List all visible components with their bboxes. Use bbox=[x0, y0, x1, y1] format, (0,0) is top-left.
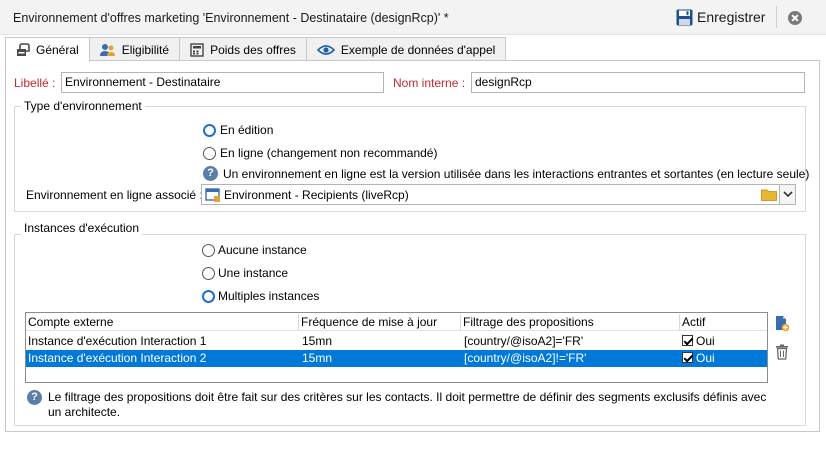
environment-icon bbox=[205, 188, 220, 202]
add-instance-icon[interactable] bbox=[774, 315, 790, 332]
row-active-label: Oui bbox=[696, 351, 715, 365]
radio-multiple-instances-label: Multiples instances bbox=[218, 289, 320, 303]
close-icon[interactable] bbox=[788, 11, 802, 25]
linked-env-select[interactable]: Environment - Recipients (liveRcp) bbox=[201, 184, 796, 205]
tab-bar: Général Eligibilité Poids des offres Exe… bbox=[5, 37, 507, 62]
row-frequency: 15mn bbox=[302, 334, 333, 348]
column-header-active[interactable]: Actif bbox=[682, 315, 705, 329]
toolbar-separator bbox=[776, 6, 777, 28]
radio-no-instance-label: Aucune instance bbox=[218, 243, 307, 257]
active-checkbox[interactable] bbox=[682, 335, 693, 346]
instances-table[interactable]: Compte externe Fréquence de mise à jour … bbox=[25, 312, 768, 383]
folder-icon[interactable] bbox=[761, 188, 777, 201]
column-header-frequency[interactable]: Fréquence de mise à jour bbox=[301, 315, 437, 329]
table-header: Compte externe Fréquence de mise à jour … bbox=[26, 314, 767, 331]
trash-icon[interactable] bbox=[775, 344, 789, 360]
execution-instances-title: Instances d'exécution bbox=[21, 221, 143, 235]
radio-online-label: En ligne (changement non recommandé) bbox=[220, 146, 438, 160]
internal-name-caption: Nom interne : bbox=[393, 76, 466, 90]
tab-label: Général bbox=[36, 43, 79, 57]
online-env-info: Un environnement en ligne est la version… bbox=[223, 167, 810, 181]
window-title: Environnement d'offres marketing 'Enviro… bbox=[13, 11, 449, 25]
radio-one-instance-label: Une instance bbox=[218, 266, 289, 280]
column-divider bbox=[679, 314, 680, 331]
internal-name-input[interactable]: designRcp bbox=[471, 72, 805, 93]
row-frequency: 15mn bbox=[302, 351, 333, 365]
info-icon: ? bbox=[27, 390, 42, 405]
column-divider bbox=[460, 314, 461, 331]
tab-label: Poids des offres bbox=[210, 42, 296, 57]
row-filter: [country/@isoA2]='FR' bbox=[464, 334, 584, 348]
save-button[interactable]: Enregistrer bbox=[676, 6, 765, 28]
label-caption: Libellé : bbox=[14, 76, 56, 90]
row-account: Instance d'exécution Interaction 1 bbox=[28, 334, 207, 348]
linked-env-value: Environment - Recipients (liveRcp) bbox=[224, 188, 409, 202]
column-header-account[interactable]: Compte externe bbox=[28, 315, 113, 329]
tab-offer-weights[interactable]: Poids des offres bbox=[179, 37, 307, 61]
column-divider bbox=[298, 314, 299, 331]
tab-call-data-sample[interactable]: Exemple de données d'appel bbox=[305, 37, 507, 61]
radio-multiple-instances[interactable] bbox=[202, 290, 215, 303]
environment-type-title: Type d'environnement bbox=[21, 99, 145, 113]
radio-in-edition[interactable] bbox=[203, 124, 216, 137]
users-icon bbox=[99, 43, 115, 56]
tab-eligibility[interactable]: Eligibilité bbox=[88, 37, 181, 61]
linked-env-caption: Environnement en ligne associé : bbox=[26, 188, 203, 202]
table-row-selected[interactable]: Instance d'exécution Interaction 2 15mn … bbox=[26, 350, 767, 367]
general-icon bbox=[17, 43, 30, 56]
info-icon: ? bbox=[203, 166, 218, 181]
chevron-down-icon bbox=[783, 191, 793, 198]
column-header-filter[interactable]: Filtrage des propositions bbox=[463, 315, 594, 329]
title-bar: Environnement d'offres marketing 'Enviro… bbox=[0, 0, 826, 35]
row-filter: [country/@isoA2]!='FR' bbox=[464, 351, 587, 365]
save-label: Enregistrer bbox=[697, 9, 766, 25]
row-active-label: Oui bbox=[696, 334, 715, 348]
row-active[interactable]: Oui bbox=[682, 334, 715, 348]
tab-general[interactable]: Général bbox=[5, 37, 90, 62]
filter-note: Le filtrage des propositions doit être f… bbox=[48, 390, 767, 419]
calculator-icon bbox=[190, 42, 204, 57]
radio-no-instance[interactable] bbox=[202, 244, 215, 257]
floppy-disk-icon bbox=[676, 9, 693, 25]
tab-label: Exemple de données d'appel bbox=[340, 42, 496, 57]
radio-online[interactable] bbox=[203, 147, 216, 160]
row-active[interactable]: Oui bbox=[682, 351, 715, 365]
row-account: Instance d'exécution Interaction 2 bbox=[28, 351, 207, 365]
dropdown-button[interactable] bbox=[779, 185, 795, 204]
table-row[interactable]: Instance d'exécution Interaction 1 15mn … bbox=[26, 333, 767, 350]
tab-label: Eligibilité bbox=[121, 42, 170, 57]
radio-in-edition-label: En édition bbox=[220, 123, 274, 137]
eye-icon bbox=[316, 44, 335, 55]
radio-one-instance[interactable] bbox=[202, 267, 215, 280]
label-input[interactable]: Environnement - Destinataire bbox=[61, 72, 384, 93]
active-checkbox[interactable] bbox=[682, 352, 693, 363]
